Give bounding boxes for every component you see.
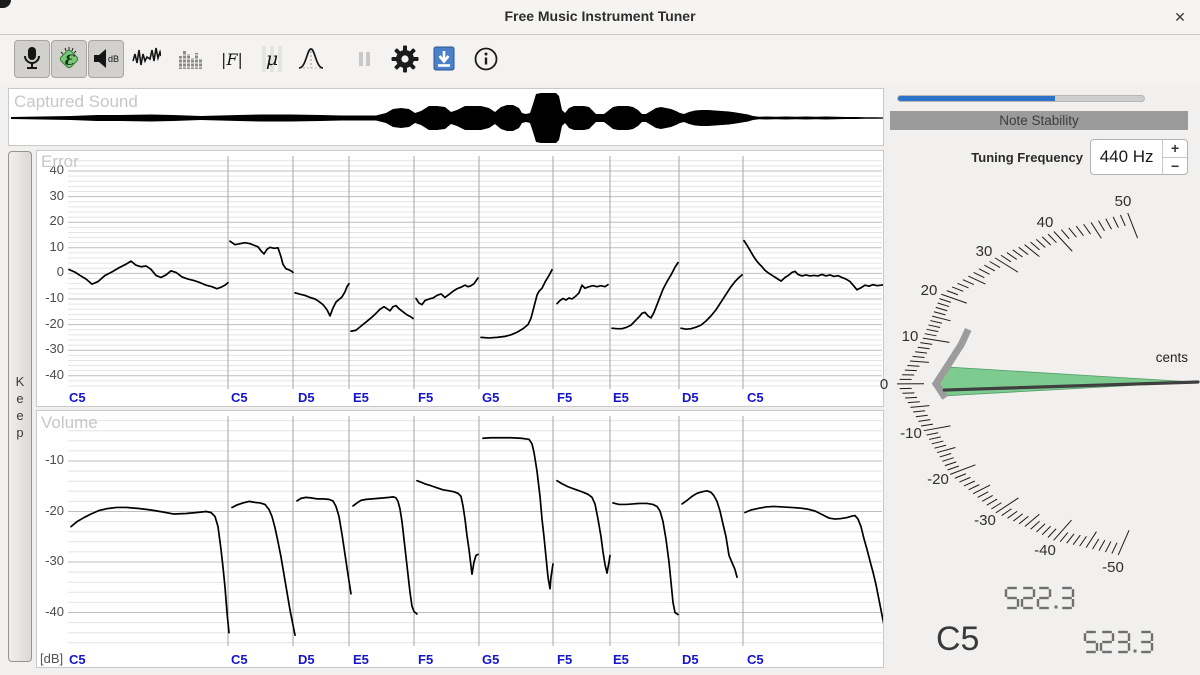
settings-button[interactable] — [390, 44, 420, 74]
note-label: E5 — [353, 652, 369, 667]
svg-text:Ɛ: Ɛ — [64, 53, 75, 69]
speaker-db-icon: dB — [91, 44, 121, 74]
note-stability-progressbar — [897, 95, 1145, 102]
gauge-tick-label: -30 — [974, 512, 996, 529]
note-label: F5 — [418, 652, 433, 667]
tuning-frequency-spinbox[interactable]: 440 Hz + − — [1090, 139, 1188, 175]
y-tick-label: -40 — [37, 604, 64, 619]
fourier-icon-label: |F| — [221, 50, 243, 69]
volume-chart-labels: -10 -20 -30 -40 C5 C5 D5 E5 F5 G5 F5 E5 D5 C5 — [37, 411, 883, 667]
error-chart-title: Error — [41, 152, 79, 172]
note-label: D5 — [298, 390, 315, 405]
keep-button[interactable]: Keep — [8, 151, 32, 662]
note-label: C5 — [747, 390, 764, 405]
window-title: Free Music Instrument Tuner — [0, 0, 1200, 33]
y-tick-label: -20 — [37, 316, 64, 331]
cents-gauge: -50-40-30-20-1001020304050 — [875, 175, 1200, 675]
y-tick-label: -30 — [37, 341, 64, 356]
gauge-tick-label: 30 — [976, 243, 993, 260]
volume-chart-title: Volume — [41, 413, 98, 433]
y-tick-label: -10 — [37, 452, 64, 467]
note-label: C5 — [747, 652, 764, 667]
y-tick-label: 0 — [37, 264, 64, 279]
note-label: D5 — [298, 652, 315, 667]
detected-note-readout: C5 — [936, 620, 979, 659]
decrement-button[interactable]: − — [1163, 157, 1187, 175]
tuning-frequency-label: Tuning Frequency — [890, 150, 1083, 165]
error-chart-labels: 403020100-10-20-30-40C5C5D5E5F5G5F5E5D5C… — [37, 151, 883, 406]
gear-icon — [390, 44, 420, 74]
note-label: D5 — [682, 390, 699, 405]
spinner-buttons: + − — [1162, 140, 1187, 174]
note-stability-progress-fill — [898, 96, 1055, 101]
db-icon-label: dB — [108, 54, 119, 64]
note-label: F5 — [418, 390, 433, 405]
gauge-tick-label: -10 — [900, 425, 922, 442]
note-label: F5 — [557, 390, 572, 405]
keep-button-label: Keep — [14, 373, 26, 441]
tuning-frequency-value[interactable]: 440 Hz — [1091, 140, 1162, 174]
toolbar: Ɛ dB — [0, 35, 1200, 84]
ear-icon: Ɛ — [54, 44, 84, 74]
note-label: C5 — [231, 390, 248, 405]
note-label: F5 — [557, 652, 572, 667]
note-label: C5 — [231, 652, 248, 667]
mu-icon-label: μ — [266, 48, 278, 70]
mu-icon: μ — [257, 44, 287, 74]
info-icon — [471, 44, 501, 74]
gauge-tick-label: -50 — [1102, 559, 1124, 576]
volume-db-toggle-button[interactable]: dB — [88, 40, 124, 78]
close-icon[interactable]: ✕ — [1170, 7, 1190, 27]
gauge-unit-label: cents — [1148, 350, 1188, 365]
y-tick-label: -40 — [37, 367, 64, 382]
statistics-view-button[interactable] — [296, 44, 326, 74]
waveform-view-button[interactable] — [131, 44, 161, 74]
note-stability-label: Note Stability — [890, 111, 1188, 130]
note-label: C5 — [69, 652, 86, 667]
pause-icon — [349, 44, 379, 74]
y-tick-label: 10 — [37, 239, 64, 254]
microtonal-view-button[interactable]: μ — [257, 44, 287, 74]
waveform-icon — [131, 44, 161, 74]
y-tick-label: 20 — [37, 213, 64, 228]
y-tick-label: -20 — [37, 503, 64, 518]
fourier-icon: |F| — [217, 44, 247, 74]
save-capture-button[interactable] — [429, 44, 459, 74]
harmonics-view-button[interactable] — [176, 44, 206, 74]
note-label: G5 — [482, 390, 499, 405]
gauge-tick-label: 20 — [921, 282, 938, 299]
captured-sound-panel: Captured Sound — [8, 88, 884, 146]
volume-unit-label: [dB] — [40, 651, 63, 666]
error-chart-panel: 403020100-10-20-30-40C5C5D5E5F5G5F5E5D5C… — [36, 150, 884, 407]
save-icon — [429, 44, 459, 74]
ear-toggle-button[interactable]: Ɛ — [51, 40, 87, 78]
y-tick-label: 30 — [37, 188, 64, 203]
note-label: E5 — [613, 390, 629, 405]
gauge-tick-label: -40 — [1034, 542, 1056, 559]
y-tick-label: -10 — [37, 290, 64, 305]
gauge-tick-label: 10 — [902, 328, 919, 345]
note-label: D5 — [682, 652, 699, 667]
captured-sound-title: Captured Sound — [14, 92, 138, 112]
pause-button[interactable] — [349, 44, 379, 74]
gauge-tick-label: 50 — [1115, 193, 1132, 210]
microphone-icon — [17, 44, 47, 74]
fmit-window: Free Music Instrument Tuner ✕ Ɛ — [0, 0, 1200, 675]
note-label: E5 — [353, 390, 369, 405]
note-label: C5 — [69, 390, 86, 405]
gauge-tick-label: -20 — [927, 471, 949, 488]
note-label: E5 — [613, 652, 629, 667]
y-tick-label: -30 — [37, 553, 64, 568]
fourier-view-button[interactable]: |F| — [217, 44, 247, 74]
histogram-bars-icon — [176, 44, 206, 74]
titlebar: Free Music Instrument Tuner ✕ — [0, 0, 1200, 35]
volume-chart-panel: -10-20-30-40C5C5D5E5F5G5F5E5D5C5 Volume … — [36, 410, 884, 668]
captured-waveform — [9, 89, 883, 145]
increment-button[interactable]: + — [1163, 140, 1187, 157]
microphone-toggle-button[interactable] — [14, 40, 50, 78]
gauge-tick-label: 40 — [1037, 214, 1054, 231]
note-label: G5 — [482, 652, 499, 667]
gaussian-curve-icon — [296, 44, 326, 74]
about-button[interactable] — [471, 44, 501, 74]
